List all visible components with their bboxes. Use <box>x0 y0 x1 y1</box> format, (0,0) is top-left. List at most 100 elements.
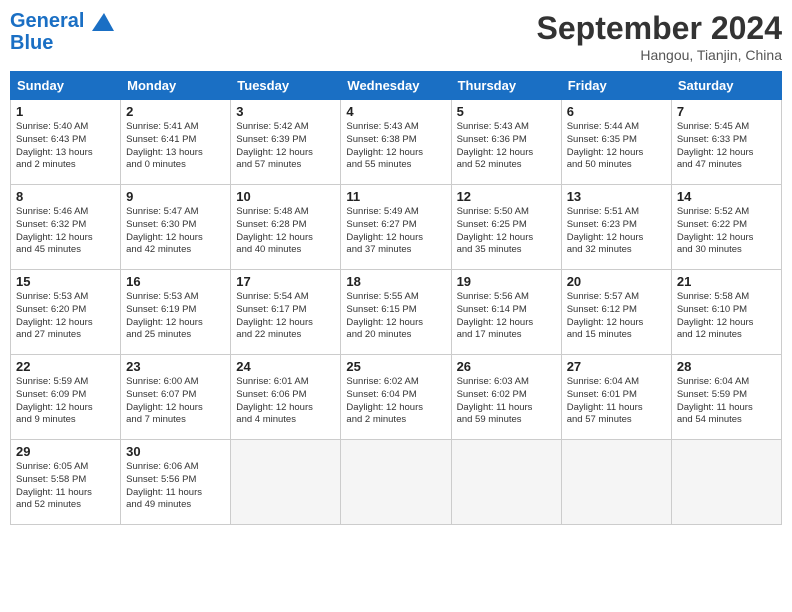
logo-blue: Blue <box>10 32 114 54</box>
day-content-26: Sunrise: 6:03 AMSunset: 6:02 PMDaylight:… <box>457 376 556 427</box>
day-cell-17: 17 Sunrise: 5:54 AMSunset: 6:17 PMDaylig… <box>231 270 341 355</box>
day-cell-2: 2 Sunrise: 5:41 AMSunset: 6:41 PMDayligh… <box>121 100 231 185</box>
day-number-25: 25 <box>346 359 445 374</box>
week-row: 1 Sunrise: 5:40 AMSunset: 6:43 PMDayligh… <box>11 100 782 185</box>
day-content-29: Sunrise: 6:05 AMSunset: 5:58 PMDaylight:… <box>16 461 115 512</box>
day-number-5: 5 <box>457 104 556 119</box>
day-cell-10: 10 Sunrise: 5:48 AMSunset: 6:28 PMDaylig… <box>231 185 341 270</box>
week-row: 22 Sunrise: 5:59 AMSunset: 6:09 PMDaylig… <box>11 355 782 440</box>
day-cell-5: 5 Sunrise: 5:43 AMSunset: 6:36 PMDayligh… <box>451 100 561 185</box>
logo-arrow-icon <box>92 13 114 31</box>
day-number-14: 14 <box>677 189 776 204</box>
day-number-28: 28 <box>677 359 776 374</box>
day-number-16: 16 <box>126 274 225 289</box>
week-row: 29 Sunrise: 6:05 AMSunset: 5:58 PMDaylig… <box>11 440 782 525</box>
day-content-28: Sunrise: 6:04 AMSunset: 5:59 PMDaylight:… <box>677 376 776 427</box>
day-content-4: Sunrise: 5:43 AMSunset: 6:38 PMDaylight:… <box>346 121 445 172</box>
day-content-12: Sunrise: 5:50 AMSunset: 6:25 PMDaylight:… <box>457 206 556 257</box>
day-number-7: 7 <box>677 104 776 119</box>
logo-text: General <box>10 10 114 32</box>
day-cell-24: 24 Sunrise: 6:01 AMSunset: 6:06 PMDaylig… <box>231 355 341 440</box>
empty-cell <box>341 440 451 525</box>
day-number-1: 1 <box>16 104 115 119</box>
title-area: September 2024 Hangou, Tianjin, China <box>537 10 782 63</box>
day-content-7: Sunrise: 5:45 AMSunset: 6:33 PMDaylight:… <box>677 121 776 172</box>
weekday-header-row: Sunday Monday Tuesday Wednesday Thursday… <box>11 72 782 100</box>
page-header: General Blue September 2024 Hangou, Tian… <box>10 10 782 63</box>
day-number-4: 4 <box>346 104 445 119</box>
day-content-14: Sunrise: 5:52 AMSunset: 6:22 PMDaylight:… <box>677 206 776 257</box>
header-wednesday: Wednesday <box>341 72 451 100</box>
day-number-21: 21 <box>677 274 776 289</box>
day-number-2: 2 <box>126 104 225 119</box>
day-number-10: 10 <box>236 189 335 204</box>
day-cell-19: 19 Sunrise: 5:56 AMSunset: 6:14 PMDaylig… <box>451 270 561 355</box>
day-cell-3: 3 Sunrise: 5:42 AMSunset: 6:39 PMDayligh… <box>231 100 341 185</box>
day-content-15: Sunrise: 5:53 AMSunset: 6:20 PMDaylight:… <box>16 291 115 342</box>
day-number-6: 6 <box>567 104 666 119</box>
day-number-22: 22 <box>16 359 115 374</box>
month-title: September 2024 <box>537 10 782 47</box>
day-content-19: Sunrise: 5:56 AMSunset: 6:14 PMDaylight:… <box>457 291 556 342</box>
day-cell-14: 14 Sunrise: 5:52 AMSunset: 6:22 PMDaylig… <box>671 185 781 270</box>
day-cell-8: 8 Sunrise: 5:46 AMSunset: 6:32 PMDayligh… <box>11 185 121 270</box>
day-cell-16: 16 Sunrise: 5:53 AMSunset: 6:19 PMDaylig… <box>121 270 231 355</box>
day-cell-18: 18 Sunrise: 5:55 AMSunset: 6:15 PMDaylig… <box>341 270 451 355</box>
day-number-13: 13 <box>567 189 666 204</box>
day-cell-9: 9 Sunrise: 5:47 AMSunset: 6:30 PMDayligh… <box>121 185 231 270</box>
day-number-29: 29 <box>16 444 115 459</box>
day-number-20: 20 <box>567 274 666 289</box>
day-number-8: 8 <box>16 189 115 204</box>
day-cell-12: 12 Sunrise: 5:50 AMSunset: 6:25 PMDaylig… <box>451 185 561 270</box>
header-thursday: Thursday <box>451 72 561 100</box>
day-cell-27: 27 Sunrise: 6:04 AMSunset: 6:01 PMDaylig… <box>561 355 671 440</box>
day-cell-15: 15 Sunrise: 5:53 AMSunset: 6:20 PMDaylig… <box>11 270 121 355</box>
logo: General Blue <box>10 10 114 54</box>
day-number-23: 23 <box>126 359 225 374</box>
day-cell-28: 28 Sunrise: 6:04 AMSunset: 5:59 PMDaylig… <box>671 355 781 440</box>
day-content-22: Sunrise: 5:59 AMSunset: 6:09 PMDaylight:… <box>16 376 115 427</box>
day-cell-6: 6 Sunrise: 5:44 AMSunset: 6:35 PMDayligh… <box>561 100 671 185</box>
header-friday: Friday <box>561 72 671 100</box>
day-content-24: Sunrise: 6:01 AMSunset: 6:06 PMDaylight:… <box>236 376 335 427</box>
day-cell-25: 25 Sunrise: 6:02 AMSunset: 6:04 PMDaylig… <box>341 355 451 440</box>
day-cell-20: 20 Sunrise: 5:57 AMSunset: 6:12 PMDaylig… <box>561 270 671 355</box>
day-cell-26: 26 Sunrise: 6:03 AMSunset: 6:02 PMDaylig… <box>451 355 561 440</box>
day-content-11: Sunrise: 5:49 AMSunset: 6:27 PMDaylight:… <box>346 206 445 257</box>
day-number-11: 11 <box>346 189 445 204</box>
day-cell-21: 21 Sunrise: 5:58 AMSunset: 6:10 PMDaylig… <box>671 270 781 355</box>
day-content-30: Sunrise: 6:06 AMSunset: 5:56 PMDaylight:… <box>126 461 225 512</box>
day-content-23: Sunrise: 6:00 AMSunset: 6:07 PMDaylight:… <box>126 376 225 427</box>
day-number-30: 30 <box>126 444 225 459</box>
day-number-24: 24 <box>236 359 335 374</box>
day-number-3: 3 <box>236 104 335 119</box>
day-number-17: 17 <box>236 274 335 289</box>
day-content-2: Sunrise: 5:41 AMSunset: 6:41 PMDaylight:… <box>126 121 225 172</box>
day-content-3: Sunrise: 5:42 AMSunset: 6:39 PMDaylight:… <box>236 121 335 172</box>
day-number-26: 26 <box>457 359 556 374</box>
day-number-27: 27 <box>567 359 666 374</box>
week-row: 8 Sunrise: 5:46 AMSunset: 6:32 PMDayligh… <box>11 185 782 270</box>
day-cell-1: 1 Sunrise: 5:40 AMSunset: 6:43 PMDayligh… <box>11 100 121 185</box>
day-content-8: Sunrise: 5:46 AMSunset: 6:32 PMDaylight:… <box>16 206 115 257</box>
day-content-6: Sunrise: 5:44 AMSunset: 6:35 PMDaylight:… <box>567 121 666 172</box>
day-content-9: Sunrise: 5:47 AMSunset: 6:30 PMDaylight:… <box>126 206 225 257</box>
week-row: 15 Sunrise: 5:53 AMSunset: 6:20 PMDaylig… <box>11 270 782 355</box>
day-number-15: 15 <box>16 274 115 289</box>
day-number-12: 12 <box>457 189 556 204</box>
header-monday: Monday <box>121 72 231 100</box>
day-cell-30: 30 Sunrise: 6:06 AMSunset: 5:56 PMDaylig… <box>121 440 231 525</box>
day-number-9: 9 <box>126 189 225 204</box>
calendar-table: Sunday Monday Tuesday Wednesday Thursday… <box>10 71 782 525</box>
day-cell-4: 4 Sunrise: 5:43 AMSunset: 6:38 PMDayligh… <box>341 100 451 185</box>
day-number-19: 19 <box>457 274 556 289</box>
day-content-27: Sunrise: 6:04 AMSunset: 6:01 PMDaylight:… <box>567 376 666 427</box>
empty-cell <box>671 440 781 525</box>
day-cell-13: 13 Sunrise: 5:51 AMSunset: 6:23 PMDaylig… <box>561 185 671 270</box>
day-cell-7: 7 Sunrise: 5:45 AMSunset: 6:33 PMDayligh… <box>671 100 781 185</box>
day-cell-23: 23 Sunrise: 6:00 AMSunset: 6:07 PMDaylig… <box>121 355 231 440</box>
day-content-1: Sunrise: 5:40 AMSunset: 6:43 PMDaylight:… <box>16 121 115 172</box>
day-content-16: Sunrise: 5:53 AMSunset: 6:19 PMDaylight:… <box>126 291 225 342</box>
day-number-18: 18 <box>346 274 445 289</box>
day-content-21: Sunrise: 5:58 AMSunset: 6:10 PMDaylight:… <box>677 291 776 342</box>
